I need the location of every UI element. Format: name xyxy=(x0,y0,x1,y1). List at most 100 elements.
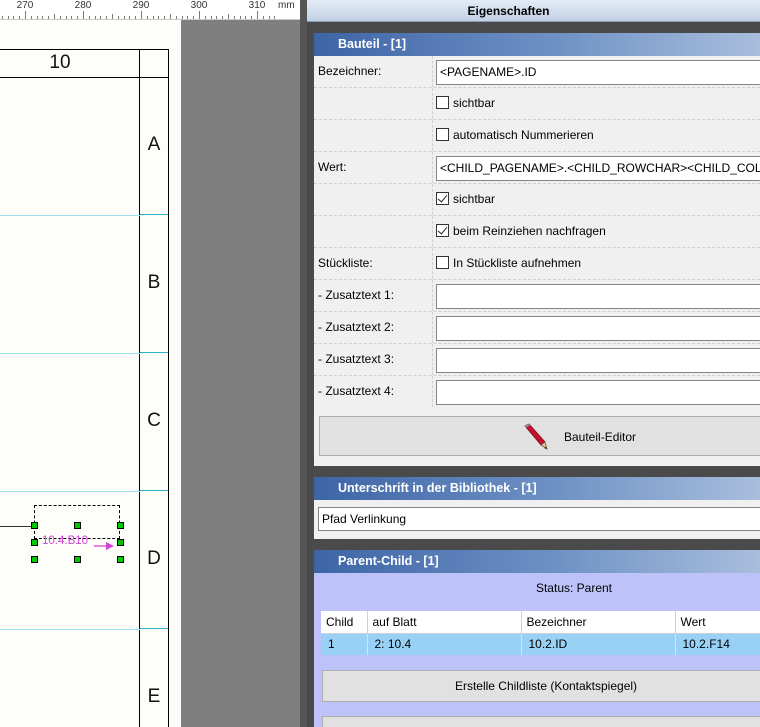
arrow-right-icon xyxy=(94,542,114,550)
column-header-auf-blatt[interactable]: auf Blatt xyxy=(367,611,522,634)
ruler-tick-label: 290 xyxy=(132,0,150,11)
stueckliste-check-label: In Stückliste aufnehmen xyxy=(453,256,582,270)
resize-handle[interactable] xyxy=(31,522,38,529)
table-row[interactable]: 1 2: 10.4 10.2.ID 10.2.F14 xyxy=(321,633,760,655)
unterschrift-section: Unterschrift in der Bibliothek - [1] Pfa… xyxy=(314,477,760,539)
resize-handle[interactable] xyxy=(74,522,81,529)
resize-handle[interactable] xyxy=(74,556,81,563)
ruler-tick xyxy=(100,16,102,19)
ruler-tick xyxy=(94,16,96,19)
zusatztext-2-label: - Zusatztext 2: xyxy=(318,312,433,343)
ruler-tick xyxy=(170,14,171,19)
horizontal-ruler: 270 280 290 300 310 mm xyxy=(0,0,300,20)
erstelle-childliste-button[interactable]: Erstelle Childliste (Kontaktspiegel) xyxy=(322,670,760,702)
ruler-tick xyxy=(152,16,154,19)
ruler-tick xyxy=(1,16,3,19)
bezeichner-field[interactable]: <PAGENAME>.ID xyxy=(436,60,760,85)
prop-row-stueckliste: Stückliste: In Stückliste aufnehmen xyxy=(314,248,760,280)
auto-nummerieren-option[interactable]: automatisch Nummerieren xyxy=(436,120,594,151)
auto-nummerieren-label: automatisch Nummerieren xyxy=(453,128,594,142)
zusatztext-4-field[interactable] xyxy=(436,380,760,405)
prop-row-zusatztext-4: - Zusatztext 4: xyxy=(314,376,760,408)
auto-nummerieren-checkbox[interactable] xyxy=(436,128,449,141)
ruler-tick xyxy=(158,16,160,19)
panel-splitter[interactable] xyxy=(300,0,307,727)
ruler-tick xyxy=(71,16,73,19)
resize-handle[interactable] xyxy=(117,522,124,529)
stueckliste-checkbox[interactable] xyxy=(436,256,449,269)
parent-child-section: Parent-Child - [1] Status: Parent Child … xyxy=(314,550,760,727)
prop-row-wert: Wert: <CHILD_PAGENAME>.<CHILD_ROWCHAR><C… xyxy=(314,152,760,184)
bezeichner-sichtbar-option[interactable]: sichtbar xyxy=(436,88,495,119)
resize-handle[interactable] xyxy=(31,556,38,563)
empty-label xyxy=(318,88,433,119)
ruler-tick xyxy=(117,16,119,19)
zusatztext-2-field[interactable] xyxy=(436,316,760,341)
stueckliste-option[interactable]: In Stückliste aufnehmen xyxy=(436,248,581,279)
ruler-tick xyxy=(13,16,15,19)
ruler-tick xyxy=(48,16,50,19)
reinziehen-checkbox[interactable] xyxy=(436,224,449,237)
ruler-tick xyxy=(146,16,148,19)
ruler-tick xyxy=(77,16,79,19)
ruler-tick xyxy=(199,11,200,19)
bauteil-section: Bauteil - [1] Bezeichner: <PAGENAME>.ID … xyxy=(314,33,760,466)
ruler-tick xyxy=(7,16,9,19)
pencil-icon xyxy=(524,423,548,450)
panel-title: Eigenschaften xyxy=(307,0,760,22)
prop-row-zusatztext-1: - Zusatztext 1: xyxy=(314,280,760,312)
zusatztext-1-field[interactable] xyxy=(436,284,760,309)
table-cell[interactable]: 2: 10.4 xyxy=(367,633,522,655)
table-cell[interactable]: 1 xyxy=(321,633,368,655)
wert-sichtbar-option[interactable]: sichtbar xyxy=(436,184,495,215)
ruler-tick xyxy=(274,16,276,19)
drawing-canvas[interactable]: 270 280 290 300 310 mm 10 A B C D E 10.4… xyxy=(0,0,300,727)
zusatztext-3-label: - Zusatztext 3: xyxy=(318,344,433,375)
prop-row-auto-nummerieren: automatisch Nummerieren xyxy=(314,120,760,152)
column-header-bezeichner[interactable]: Bezeichner xyxy=(521,611,676,634)
reinziehen-option[interactable]: beim Reinziehen nachfragen xyxy=(436,216,606,247)
zusatztext-3-field[interactable] xyxy=(436,348,760,373)
reference-label[interactable]: 10.4.B10 xyxy=(42,535,88,547)
table-cell[interactable]: 10.2.F14 xyxy=(675,633,760,655)
bezeichner-sichtbar-checkbox[interactable] xyxy=(436,96,449,109)
row-cell-e: E xyxy=(140,630,168,727)
bezeichner-label: Bezeichner: xyxy=(318,56,433,87)
table-cell[interactable]: 10.2.ID xyxy=(521,633,676,655)
ruler-tick xyxy=(239,16,241,19)
ruler-unit-label: mm xyxy=(278,0,295,11)
secondary-button[interactable] xyxy=(322,716,760,727)
ruler-tick xyxy=(228,14,229,19)
ruler-tick xyxy=(216,16,218,19)
resize-handle[interactable] xyxy=(31,539,38,546)
prop-row-wert-sichtbar: sichtbar xyxy=(314,184,760,216)
wert-sichtbar-checkbox[interactable] xyxy=(436,192,449,205)
ruler-tick xyxy=(210,16,212,19)
bezeichner-sichtbar-label: sichtbar xyxy=(453,96,496,110)
drawing-sheet[interactable]: 10 A B C D E xyxy=(0,20,181,727)
row-label: C xyxy=(147,410,161,431)
bauteil-editor-button[interactable]: Bauteil-Editor xyxy=(319,416,760,456)
ruler-tick xyxy=(257,11,258,19)
frame-border-right xyxy=(168,78,169,727)
ruler-tick xyxy=(54,14,55,19)
column-header-child[interactable]: Child xyxy=(321,611,368,634)
row-cell-d: D xyxy=(140,492,168,629)
wert-field[interactable]: <CHILD_PAGENAME>.<CHILD_ROWCHAR><CHILD_C… xyxy=(436,156,760,181)
empty-label xyxy=(318,120,433,151)
unterschrift-section-header[interactable]: Unterschrift in der Bibliothek - [1] xyxy=(314,477,760,500)
erstelle-childliste-label: Erstelle Childliste (Kontaktspiegel) xyxy=(454,679,638,693)
status-text: Status: Parent xyxy=(535,581,613,595)
ruler-tick xyxy=(187,16,189,19)
resize-handle[interactable] xyxy=(117,556,124,563)
bauteil-section-header[interactable]: Bauteil - [1] xyxy=(314,33,760,56)
ruler-tick xyxy=(106,16,108,19)
column-header-wert[interactable]: Wert xyxy=(675,611,760,634)
ruler-tick xyxy=(181,16,183,19)
ruler-tick xyxy=(262,16,264,19)
row-label: A xyxy=(147,134,161,155)
resize-handle[interactable] xyxy=(117,539,124,546)
parent-child-section-header[interactable]: Parent-Child - [1] xyxy=(314,550,760,573)
pfad-verlinkung-field[interactable]: Pfad Verlinkung xyxy=(318,507,760,531)
reinziehen-label: beim Reinziehen nachfragen xyxy=(453,224,606,238)
